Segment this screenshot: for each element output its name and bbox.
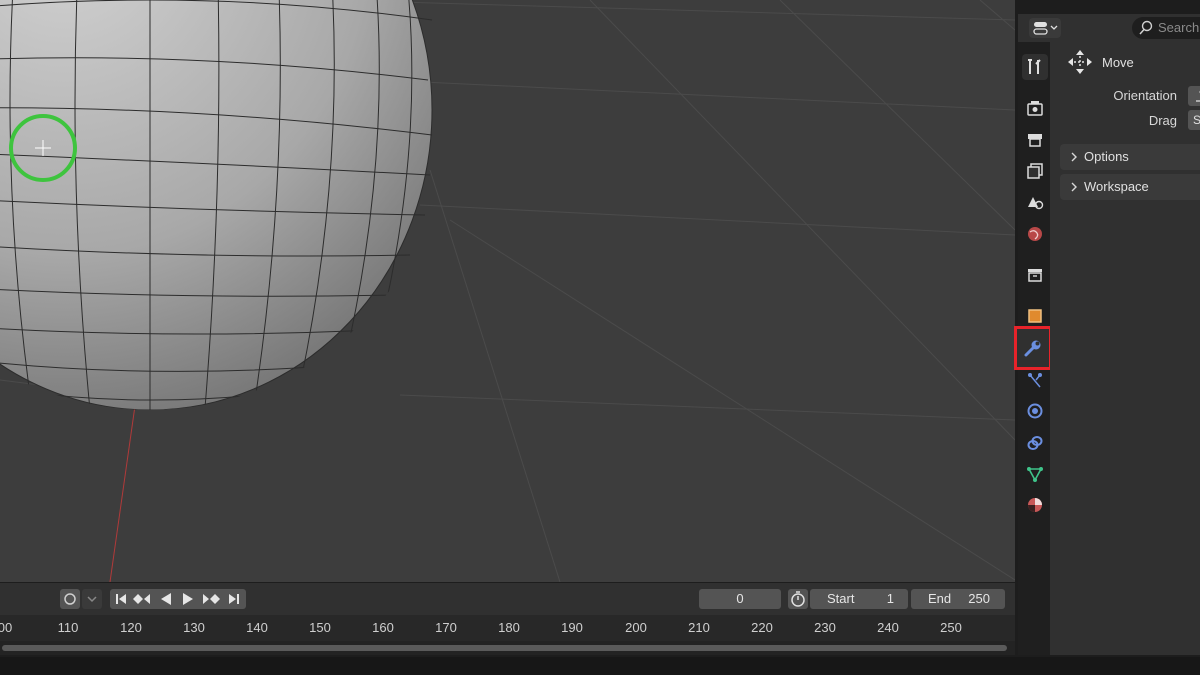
end-frame-field[interactable]: End 250 — [911, 589, 1005, 609]
ruler-tick: 140 — [246, 620, 268, 635]
prev-keyframe-icon — [133, 594, 150, 604]
scroll-thumb[interactable] — [2, 645, 1007, 651]
ruler-tick: 210 — [688, 620, 710, 635]
keying-dropdown[interactable] — [82, 589, 102, 609]
world-icon — [1028, 227, 1042, 241]
tab-tool[interactable] — [1022, 54, 1048, 80]
collection-icon — [1028, 269, 1042, 282]
status-bar — [0, 657, 1200, 675]
ruler-tick: 170 — [435, 620, 457, 635]
physics-icon — [1027, 403, 1043, 419]
view-layer-icon — [1027, 163, 1043, 179]
ruler-tick: 250 — [940, 620, 962, 635]
ruler-tick: 00 — [0, 620, 13, 635]
panel-title: Workspace — [1084, 179, 1149, 194]
viewport-scene — [0, 0, 1015, 582]
ruler-tick: 200 — [625, 620, 647, 635]
data-icon — [1027, 467, 1043, 482]
3d-viewport[interactable] — [0, 0, 1015, 582]
tab-scene[interactable] — [1022, 189, 1048, 215]
ruler-tick: 160 — [372, 620, 394, 635]
tab-data[interactable] — [1022, 461, 1048, 487]
properties-panel — [1050, 42, 1200, 655]
ruler-tick: 120 — [120, 620, 142, 635]
preview-range-button[interactable] — [788, 589, 808, 609]
modifier-wrench-icon — [1024, 340, 1041, 357]
render-icon — [1027, 101, 1043, 116]
ruler-tick: 230 — [814, 620, 836, 635]
orientation-gizmo-icon — [1196, 90, 1200, 102]
properties-search-input[interactable]: Search — [1132, 17, 1200, 39]
start-value: 1 — [886, 591, 894, 606]
orientation-label: Orientation — [1113, 88, 1177, 103]
chevron-right-icon — [1071, 152, 1077, 162]
ruler-tick: 190 — [561, 620, 583, 635]
tab-particles[interactable] — [1022, 367, 1048, 393]
active-tool-name: Move — [1102, 55, 1134, 70]
jump-start-icon — [116, 594, 126, 604]
tab-modifiers[interactable] — [1014, 326, 1052, 370]
ruler-tick: 220 — [751, 620, 773, 635]
properties-editor-icon — [1033, 22, 1058, 35]
timeline-ruler[interactable]: 00 110 120 130 140 150 160 170 180 190 2… — [0, 615, 1015, 641]
move-tool-icon — [1068, 50, 1092, 74]
orientation-dropdown[interactable] — [1188, 86, 1200, 106]
start-label: Start — [827, 591, 855, 606]
start-frame-field[interactable]: Start 1 — [810, 589, 908, 609]
tab-collection[interactable] — [1022, 262, 1048, 288]
tool-icon — [1028, 59, 1041, 74]
auto-keying-button[interactable] — [60, 589, 80, 609]
next-keyframe-icon — [203, 594, 220, 604]
tab-output[interactable] — [1022, 127, 1048, 153]
timeline-scrollbar[interactable] — [0, 641, 1015, 655]
timeline-header: 0 Start 1 End 250 — [0, 583, 1015, 615]
play-reverse-icon — [161, 593, 171, 605]
ruler-tick: 180 — [498, 620, 520, 635]
end-label: End — [928, 591, 952, 606]
material-icon — [1028, 498, 1042, 512]
search-icon — [1139, 20, 1153, 35]
tab-physics[interactable] — [1022, 398, 1048, 424]
options-panel-header[interactable]: Options — [1060, 144, 1200, 170]
stopwatch-icon — [791, 591, 805, 607]
drag-label: Drag — [1148, 113, 1177, 128]
ruler-tick: 150 — [309, 620, 331, 635]
constraints-icon — [1027, 436, 1043, 450]
drag-dropdown[interactable]: S — [1188, 110, 1200, 130]
particles-icon — [1028, 373, 1042, 388]
chevron-right-icon — [1071, 182, 1077, 192]
ruler-tick: 110 — [57, 620, 79, 635]
ruler-tick: 130 — [183, 620, 205, 635]
jump-end-icon — [229, 594, 239, 604]
search-placeholder: Search — [1158, 20, 1200, 35]
scene-icon — [1028, 197, 1044, 210]
tab-constraints[interactable] — [1022, 430, 1048, 456]
panel-title: Options — [1084, 149, 1129, 164]
output-icon — [1028, 134, 1042, 147]
tab-world[interactable] — [1022, 221, 1048, 247]
tab-material[interactable] — [1022, 492, 1048, 518]
tab-view-layer[interactable] — [1022, 158, 1048, 184]
playback-controls — [110, 589, 246, 609]
tab-render[interactable] — [1022, 95, 1048, 121]
workspace-panel-header[interactable]: Workspace — [1060, 174, 1200, 200]
object-icon — [1028, 309, 1042, 323]
editor-type-button[interactable] — [1029, 18, 1061, 38]
play-icon — [183, 593, 193, 605]
current-frame-field[interactable]: 0 — [699, 589, 781, 609]
end-value: 250 — [968, 591, 990, 606]
ruler-tick: 240 — [877, 620, 899, 635]
